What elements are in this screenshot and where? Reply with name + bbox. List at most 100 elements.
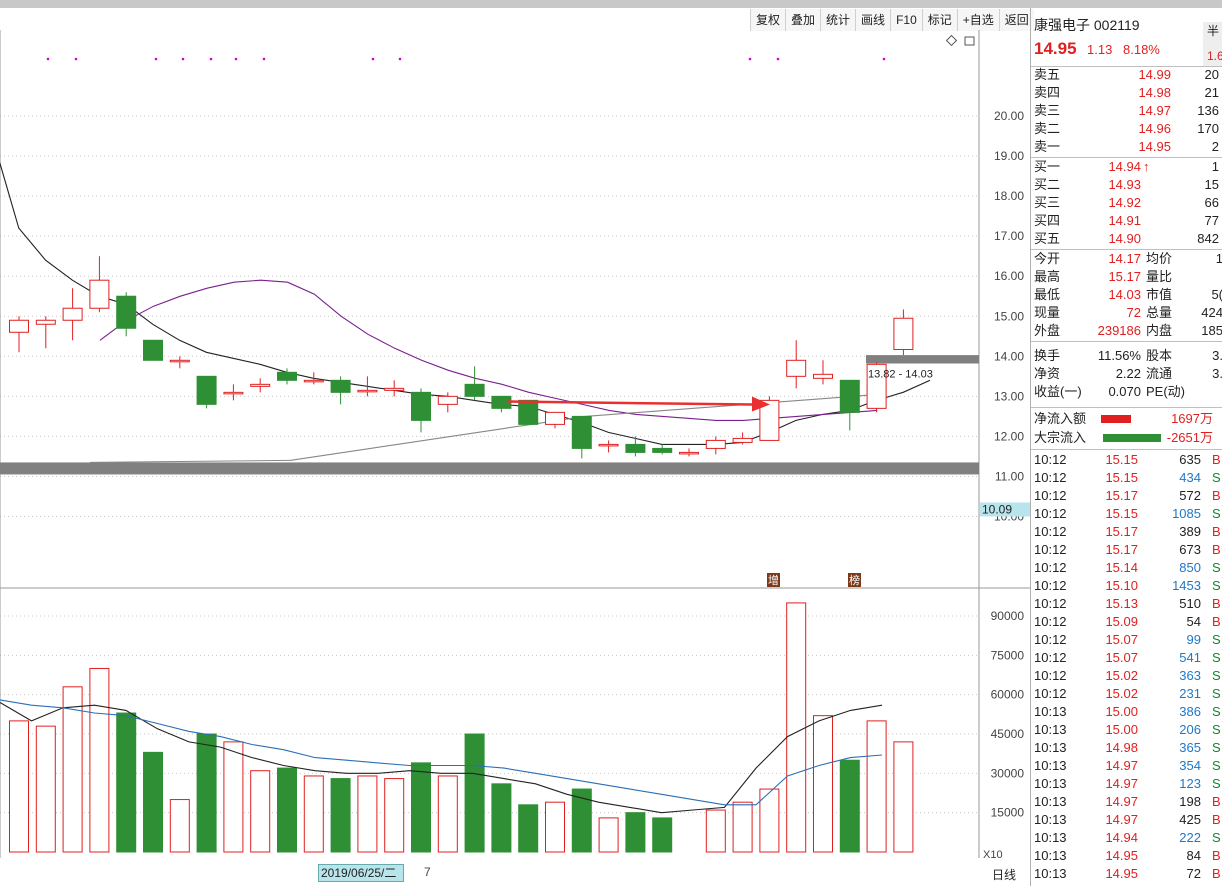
quote-separator xyxy=(1031,341,1222,342)
stat-row-cell: 最高 xyxy=(1034,269,1061,284)
tick-row-cell: B xyxy=(1212,596,1221,611)
cursor-date-label: 2019/06/25/二 xyxy=(318,864,404,882)
price-tick-label: 20.00 xyxy=(994,109,1024,123)
stat-row: 收益(一) 0.070 PE(动) xyxy=(1031,383,1222,401)
tick-row-cell: 15.13 xyxy=(1105,596,1138,611)
tick-row-cell: 14.98 xyxy=(1105,740,1138,755)
ask-row-cell: 2 xyxy=(1211,139,1219,154)
tick-row: 10:13 14.97 123 S xyxy=(1031,775,1222,793)
candle-body xyxy=(169,359,190,363)
tick-row: 10:12 15.10 1453 S xyxy=(1031,577,1222,595)
volume-bar xyxy=(518,804,539,853)
tick-row: 10:12 15.15 635 B xyxy=(1031,451,1222,469)
period-label[interactable]: 日线 xyxy=(992,866,1016,883)
tick-row-cell: 15.15 xyxy=(1105,506,1138,521)
ask-row-cell: 卖二 xyxy=(1034,121,1061,136)
tick-row-cell: 10:13 xyxy=(1034,722,1067,737)
ask-row: 卖五 14.99 20 xyxy=(1031,66,1222,84)
tick-row-cell: 10:13 xyxy=(1034,704,1067,719)
tick-row-cell: 14.97 xyxy=(1105,812,1138,827)
candle-body xyxy=(250,383,271,387)
candle-body xyxy=(839,379,860,413)
stat-row-cell: 今开 xyxy=(1034,251,1061,266)
tick-row-cell: S xyxy=(1212,578,1221,593)
tick-row-cell: 10:12 xyxy=(1034,560,1067,575)
tick-row-cell: 72 xyxy=(1186,866,1201,881)
tick-row-cell: 14.95 xyxy=(1105,848,1138,863)
stat-row: 今开 14.17 均价 1 xyxy=(1031,250,1222,268)
ask-row-cell: 170 xyxy=(1197,121,1219,136)
side-tab[interactable]: 半 1.6 xyxy=(1203,22,1222,66)
volume-bar xyxy=(786,602,807,853)
tick-row-cell: B xyxy=(1212,866,1221,881)
bid-row: 买三 14.92 66 xyxy=(1031,194,1222,212)
tick-row: 10:12 15.15 434 S xyxy=(1031,469,1222,487)
tick-row: 10:12 15.14 850 S xyxy=(1031,559,1222,577)
tick-row: 10:12 15.02 231 S xyxy=(1031,685,1222,703)
tick-row: 10:12 15.15 1085 S xyxy=(1031,505,1222,523)
volume-tick-label: 90000 xyxy=(991,609,1025,623)
bid-row-cell: 77 xyxy=(1204,213,1219,228)
tick-row-cell: 365 xyxy=(1179,740,1201,755)
tick-row-cell: 15.17 xyxy=(1105,542,1138,557)
tick-row: 10:13 14.94 222 S xyxy=(1031,829,1222,847)
volume-bar xyxy=(598,817,619,853)
stat-row-cell: 14.03 xyxy=(1108,287,1141,302)
stat-row: 外盘 239186 内盘 185 xyxy=(1031,322,1222,340)
stat-row-cell: 外盘 xyxy=(1034,323,1061,338)
tick-row-cell: 15.02 xyxy=(1105,686,1138,701)
volume-bar xyxy=(196,733,217,853)
bid-row-cell: 买四 xyxy=(1034,213,1061,228)
tick-row-cell: S xyxy=(1212,632,1221,647)
tick-row-cell: 10:12 xyxy=(1034,470,1067,485)
tick-row-cell: B xyxy=(1212,794,1221,809)
event-dot xyxy=(776,57,780,61)
ask-row: 卖四 14.98 21 xyxy=(1031,84,1222,102)
volume-bar xyxy=(9,720,29,853)
tick-row-cell: 206 xyxy=(1179,722,1201,737)
tick-row-cell: 10:12 xyxy=(1034,668,1067,683)
ask-row-cell: 20 xyxy=(1204,67,1219,82)
ask-row-cell: 14.95 xyxy=(1138,139,1171,154)
ask-row-cell: 卖一 xyxy=(1034,139,1061,154)
stat-row: 现量 72 总量 424 xyxy=(1031,304,1222,322)
tick-row-cell: 850 xyxy=(1179,560,1201,575)
tick-row: 10:13 15.00 206 S xyxy=(1031,721,1222,739)
tick-row-cell: S xyxy=(1212,830,1221,845)
tick-row-cell: 10:12 xyxy=(1034,632,1067,647)
volume-bar xyxy=(384,778,405,853)
candle-body xyxy=(384,387,405,391)
volume-bar xyxy=(250,770,271,853)
tick-row-cell: 10:12 xyxy=(1034,488,1067,503)
tick-row-cell: 54 xyxy=(1186,614,1201,629)
moving-average-lines xyxy=(0,161,931,463)
ask-row: 卖三 14.97 136 xyxy=(1031,102,1222,120)
tick-row-cell: 572 xyxy=(1179,488,1201,503)
tick-row-cell: 510 xyxy=(1179,596,1201,611)
volume-bar xyxy=(813,715,833,853)
ask-row-cell: 卖四 xyxy=(1034,85,1061,100)
stat-row-cell: 3. xyxy=(1212,348,1222,363)
tick-row-cell: 84 xyxy=(1186,848,1201,863)
ask-row-cell: 14.96 xyxy=(1138,121,1171,136)
tick-row-cell: 10:12 xyxy=(1034,506,1067,521)
tick-row-cell: 15.07 xyxy=(1105,650,1138,665)
tick-row-cell: 10:13 xyxy=(1034,812,1067,827)
stat-row-cell: 净资 xyxy=(1034,366,1061,381)
candle-body xyxy=(9,319,29,333)
trend-arrow-shaft xyxy=(507,400,753,406)
tick-row-cell: S xyxy=(1212,650,1221,665)
flow-bar xyxy=(1103,434,1161,442)
price-tick-label: 16.00 xyxy=(994,269,1024,283)
kline-chart[interactable]: 20.00 19.00 18.00 17.00 16.00 15.00 14.00 13.00… xyxy=(0,8,1030,862)
bid-row-cell: 买三 xyxy=(1034,195,1061,210)
tick-row-cell: 14.97 xyxy=(1105,758,1138,773)
event-dot xyxy=(262,57,266,61)
ask-row-cell: 卖三 xyxy=(1034,103,1061,118)
price-tick-label: 14.00 xyxy=(994,349,1024,363)
volume-bar xyxy=(169,799,190,853)
volume-bar xyxy=(223,741,244,853)
tick-row-cell: 15.02 xyxy=(1105,668,1138,683)
candle-body xyxy=(143,339,163,361)
tick-row-cell: 14.97 xyxy=(1105,776,1138,791)
